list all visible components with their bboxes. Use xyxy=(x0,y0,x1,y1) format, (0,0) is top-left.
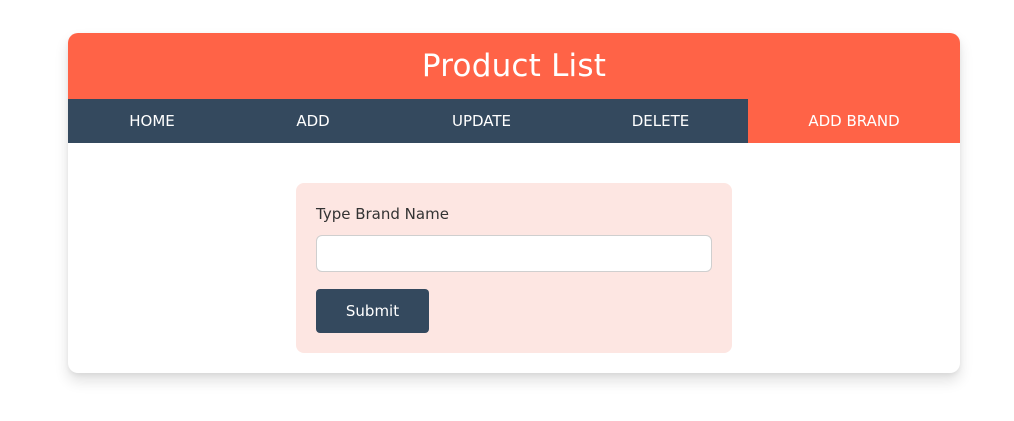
add-brand-form: Type Brand Name Submit xyxy=(296,183,732,353)
brand-name-label: Type Brand Name xyxy=(316,205,449,223)
nav-item-delete[interactable]: DELETE xyxy=(573,99,748,143)
brand-name-input[interactable] xyxy=(316,235,712,272)
nav-item-add-brand[interactable]: ADD BRAND xyxy=(748,99,960,143)
nav-item-add[interactable]: ADD xyxy=(236,99,390,143)
page-header: Product List xyxy=(68,33,960,99)
product-list-card: Product List HOME ADD UPDATE DELETE ADD … xyxy=(68,33,960,373)
main-content: Type Brand Name Submit xyxy=(68,143,960,373)
page-title: Product List xyxy=(421,48,607,84)
submit-button[interactable]: Submit xyxy=(316,289,429,333)
nav-item-home[interactable]: HOME xyxy=(68,99,236,143)
nav-bar: HOME ADD UPDATE DELETE ADD BRAND xyxy=(68,99,960,143)
nav-item-update[interactable]: UPDATE xyxy=(390,99,573,143)
